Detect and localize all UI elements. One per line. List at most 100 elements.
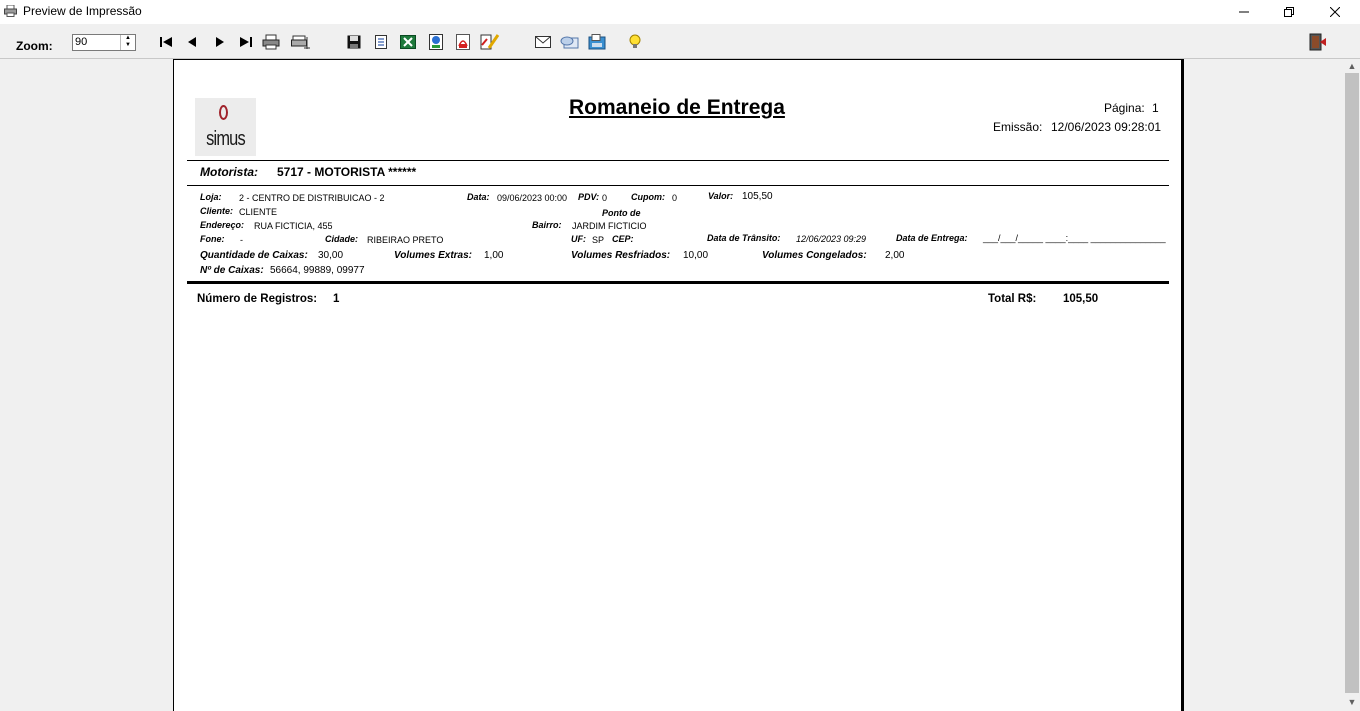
email-send-button[interactable] (559, 32, 581, 52)
exit-button[interactable] (1306, 32, 1328, 52)
toolbar: Zoom: 90 ▲ ▼ (0, 24, 1360, 59)
email-send-icon (560, 36, 579, 49)
cidade-label: Cidade: (325, 234, 359, 244)
ponto-label: Ponto de (602, 208, 641, 218)
fax-icon (588, 34, 606, 50)
export-html-icon (429, 34, 443, 50)
prev-page-button[interactable] (181, 32, 203, 52)
valor-label: Valor: (708, 191, 734, 201)
transito-value: 12/06/2023 09:29 (796, 234, 867, 244)
fone-label: Fone: (200, 234, 225, 244)
emission-value: 12/06/2023 09:28:01 (1051, 120, 1162, 134)
endereco-label: Endereço: (200, 220, 245, 230)
scroll-up-icon[interactable]: ▲ (1344, 59, 1360, 73)
registros-label: Número de Registros: (197, 293, 318, 305)
scroll-down-icon[interactable]: ▼ (1344, 695, 1360, 709)
pdv-value: 0 (602, 193, 608, 203)
export-text-button[interactable] (370, 32, 392, 52)
export-excel-button[interactable] (397, 32, 419, 52)
print-setup-icon (291, 35, 310, 49)
print-icon (262, 34, 280, 50)
first-page-button[interactable] (155, 32, 177, 52)
loja-label: Loja: (200, 192, 222, 202)
data-label: Data: (467, 192, 490, 202)
last-page-icon (240, 37, 252, 47)
cliente-value: CLIENTE (239, 207, 278, 217)
qtd-caixas-value: 30,00 (318, 250, 344, 261)
print-setup-button[interactable] (290, 32, 312, 52)
vol-extras-value: 1,00 (484, 250, 504, 261)
divider-thick (187, 281, 1169, 284)
valor-value: 105,50 (742, 191, 773, 202)
zoom-label: Zoom: (16, 39, 53, 53)
edit-icon (480, 34, 500, 50)
email-icon (535, 36, 551, 48)
export-text-icon (375, 35, 387, 49)
endereco-value: RUA FICTICIA, 455 (254, 221, 333, 231)
total-label: Total R$: (988, 293, 1037, 305)
data-value: 09/06/2023 00:00 (497, 193, 568, 203)
window-title: Preview de Impressão (23, 4, 142, 18)
preview-viewport[interactable]: simus Romaneio de Entrega Página: 1 Emis… (0, 59, 1344, 711)
close-icon (1330, 7, 1340, 17)
pdv-label: PDV: (578, 192, 600, 202)
cupom-value: 0 (672, 193, 678, 203)
report-page: simus Romaneio de Entrega Página: 1 Emis… (173, 59, 1184, 711)
zoom-spinbox[interactable]: 90 ▲ ▼ (72, 34, 136, 51)
vol-cong-value: 2,00 (885, 250, 905, 261)
num-caixas-value: 56664, 99889, 09977 (270, 265, 365, 276)
first-page-icon (160, 37, 172, 47)
cliente-label: Cliente: (200, 206, 234, 216)
next-page-button[interactable] (209, 32, 231, 52)
entrega-label: Data de Entrega: (896, 233, 968, 243)
edit-button[interactable] (479, 32, 501, 52)
logo-text: simus (206, 128, 246, 150)
export-pdf-button[interactable] (452, 32, 474, 52)
exit-icon (1309, 33, 1326, 51)
minimize-icon (1239, 11, 1249, 13)
report-title: Romaneio de Entrega (569, 96, 785, 119)
zoom-value[interactable]: 90 (75, 36, 87, 48)
bairro-label: Bairro: (532, 220, 562, 230)
vol-cong-label: Volumes Congelados: (762, 250, 867, 261)
cep-label: CEP: (612, 234, 634, 244)
print-button[interactable] (260, 32, 282, 52)
vol-resf-label: Volumes Resfriados: (571, 250, 671, 261)
export-html-button[interactable] (425, 32, 447, 52)
vol-extras-label: Volumes Extras: (394, 250, 472, 261)
uf-label: UF: (571, 234, 586, 244)
transito-label: Data de Trânsito: (707, 233, 781, 243)
loja-value: 2 - CENTRO DE DISTRIBUICAO - 2 (239, 193, 385, 203)
save-button[interactable] (343, 32, 365, 52)
vol-resf-value: 10,00 (683, 250, 709, 261)
entrega-value: ___/___/_____ ____:____ _______________ (983, 233, 1166, 243)
fax-button[interactable] (586, 32, 608, 52)
num-caixas-label: Nº de Caixas: (200, 265, 264, 276)
driver-value: 5717 - MOTORISTA ****** (277, 165, 417, 179)
page-label: Página: (1104, 101, 1145, 115)
total-value: 105,50 (1063, 293, 1099, 305)
spin-up-icon[interactable]: ▲ (121, 35, 135, 42)
uf-value: SP (592, 235, 605, 245)
restore-icon (1284, 7, 1294, 17)
hint-button[interactable] (624, 32, 646, 52)
simus-logo: simus (195, 98, 256, 156)
email-button[interactable] (532, 32, 554, 52)
printer-app-icon (4, 5, 17, 17)
divider (187, 185, 1169, 186)
prev-page-icon (188, 37, 196, 47)
spin-down-icon[interactable]: ▼ (121, 42, 135, 49)
bairro-value: JARDIM FICTICIO (572, 221, 647, 231)
scrollbar-thumb[interactable] (1345, 73, 1359, 693)
title-bar: Preview de Impressão (0, 0, 1360, 24)
emission-label: Emissão: (993, 120, 1043, 134)
restore-button[interactable] (1266, 0, 1312, 24)
registros-value: 1 (333, 293, 340, 305)
minimize-button[interactable] (1221, 0, 1267, 24)
close-button[interactable] (1312, 0, 1358, 24)
vertical-scrollbar[interactable]: ▲ ▼ (1344, 59, 1360, 711)
next-page-icon (216, 37, 224, 47)
zoom-spinner[interactable]: ▲ ▼ (120, 35, 135, 50)
last-page-button[interactable] (235, 32, 257, 52)
export-excel-icon (400, 35, 416, 49)
